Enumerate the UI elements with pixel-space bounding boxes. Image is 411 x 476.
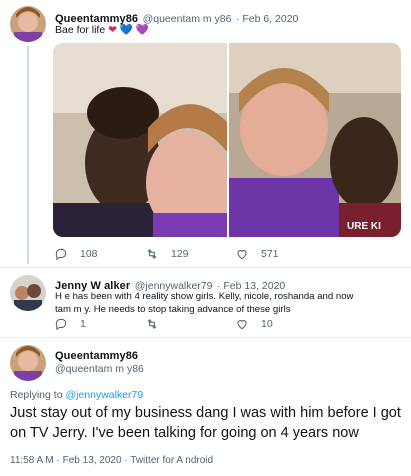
tweet2-like-count: 10 bbox=[261, 318, 273, 330]
blue-heart-emoji: 💙 bbox=[119, 24, 133, 36]
reply-icon bbox=[55, 318, 67, 331]
tweet2-reply-action[interactable]: 1 bbox=[54, 317, 86, 331]
svg-text:URE KI: URE KI bbox=[347, 221, 381, 232]
retweet-icon bbox=[147, 319, 157, 329]
tweet3-text: Just stay out of my business dang I was … bbox=[10, 405, 401, 441]
tweet1-like-action[interactable]: 571 bbox=[235, 247, 279, 261]
like-icon bbox=[237, 250, 247, 260]
tweet1-handle[interactable]: @queentam m y86 bbox=[143, 13, 232, 25]
avatar-queentammy-reply[interactable] bbox=[10, 345, 46, 381]
tweet2-reply-count: 1 bbox=[80, 318, 86, 330]
tweet1-text-row: Bae for life ❤ 💙 💜 bbox=[55, 24, 149, 37]
purple-heart-emoji: 💜 bbox=[135, 24, 149, 36]
tweet3-author-name[interactable]: Queentammy86 bbox=[55, 350, 138, 362]
tweet2-text-line1: H e has been with 4 reality show girls. … bbox=[55, 291, 354, 302]
red-heart-emoji: ❤ bbox=[108, 24, 117, 36]
divider bbox=[0, 267, 411, 268]
tweet1-date[interactable]: · Feb 6, 2020 bbox=[236, 13, 298, 25]
tweet2-text-line2: tam m y. He needs to stop taking advance… bbox=[55, 304, 291, 315]
tweet3-handle[interactable]: @queentam m y86 bbox=[55, 363, 144, 375]
replying-to: Replying to @jennywalker79 bbox=[10, 389, 143, 401]
avatar-queentammy[interactable] bbox=[10, 6, 46, 42]
avatar-jennywalker[interactable] bbox=[10, 275, 46, 311]
tweet1-retweet-action[interactable]: 129 bbox=[145, 247, 189, 261]
tweet1-retweet-count: 129 bbox=[171, 248, 189, 260]
retweet-icon bbox=[147, 249, 157, 259]
reply-icon bbox=[55, 248, 67, 261]
divider bbox=[0, 337, 411, 338]
tweet1-reply-action[interactable]: 108 bbox=[54, 247, 98, 261]
replying-to-label: Replying to bbox=[10, 389, 63, 401]
tweet1-photo-left[interactable] bbox=[53, 43, 227, 237]
replying-to-handle[interactable]: @jennywalker79 bbox=[65, 389, 143, 401]
tweet3-meta[interactable]: 11:58 A M · Feb 13, 2020 · Twitter for A… bbox=[10, 455, 213, 466]
tweet2-like-action[interactable]: 10 bbox=[235, 317, 273, 331]
tweet1-like-count: 571 bbox=[261, 248, 279, 260]
tweet1-photo-right[interactable]: URE KI bbox=[229, 43, 401, 237]
tweet1-text: Bae for life bbox=[55, 24, 106, 36]
like-icon bbox=[237, 320, 247, 330]
tweet2-retweet-action[interactable] bbox=[145, 317, 159, 331]
tweet1-reply-count: 108 bbox=[80, 248, 98, 260]
thread-line bbox=[27, 46, 29, 264]
